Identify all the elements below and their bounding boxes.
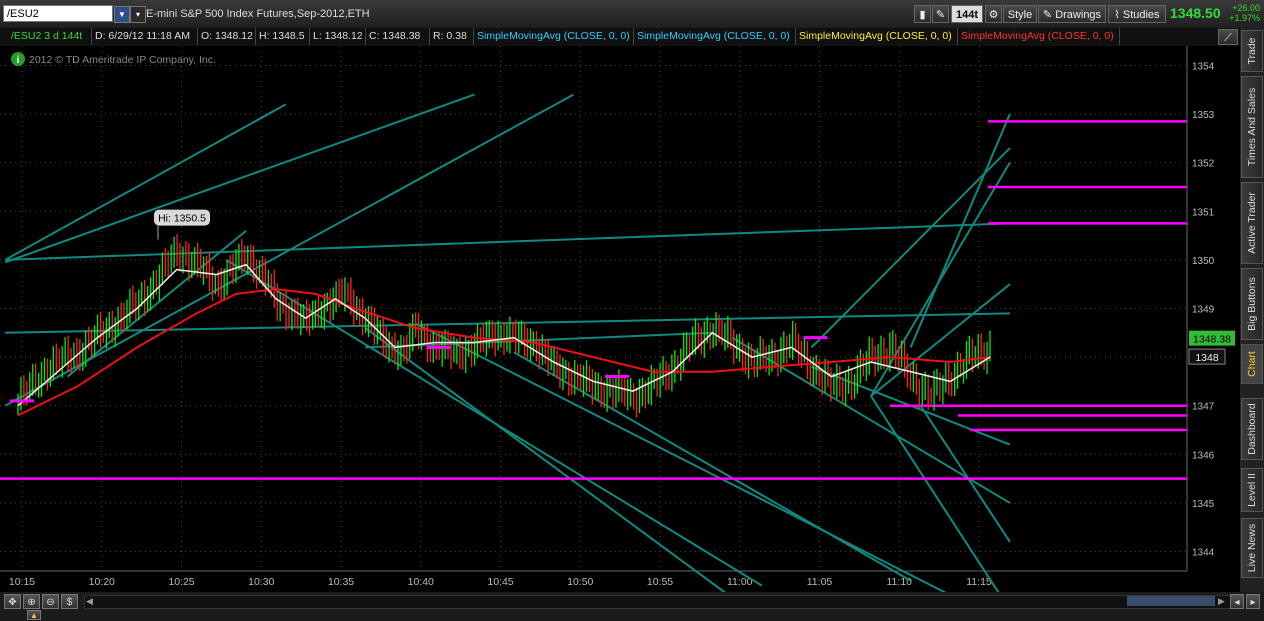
pct-change-value: +1.97% xyxy=(1229,13,1260,23)
price-tick-label: 1350 xyxy=(1192,256,1215,267)
tab-trade[interactable]: Trade xyxy=(1241,30,1263,72)
bar-close: C: 1348.38 xyxy=(366,28,430,45)
tab-times-and-sales[interactable]: Times And Sales xyxy=(1241,76,1263,178)
bid-price-tag: 1348 xyxy=(1195,352,1219,364)
bar-datetime: D: 6/29/12 11:18 AM xyxy=(92,28,198,45)
time-scrollbar[interactable] xyxy=(84,595,1236,609)
drawings-button[interactable]: ✎ Drawings xyxy=(1038,5,1106,23)
tab-active-trader[interactable]: Active Trader xyxy=(1241,182,1263,264)
price-tick-label: 1346 xyxy=(1192,450,1215,461)
time-tick-label: 10:45 xyxy=(487,576,513,588)
scroll-right-icon[interactable]: ▶ xyxy=(1218,596,1225,607)
tab-live-news[interactable]: Live News xyxy=(1241,518,1263,578)
drawing-tool-icon[interactable]: ⟋ xyxy=(1218,29,1238,45)
symbol-dropdown-button[interactable]: ▼ xyxy=(114,6,130,23)
tab-big-buttons[interactable]: Big Buttons xyxy=(1241,268,1263,340)
price-tick-label: 1354 xyxy=(1192,61,1215,72)
dollar-icon[interactable]: $ xyxy=(61,594,78,609)
bar-low: L: 1348.12 xyxy=(310,28,366,45)
price-tick-label: 1351 xyxy=(1192,207,1215,218)
copyright-text: 2012 © TD Ameritrade IP Company, Inc. xyxy=(29,54,216,66)
tab-level-ii-label: Level II xyxy=(1246,473,1258,507)
price-chart[interactable]: 1344 1345 1346 1347 1348 1349 1350 1351 1352 1353… xyxy=(0,46,1240,592)
studies-button[interactable]: ⌇ Studies xyxy=(1108,5,1166,23)
price-tick-label: 1349 xyxy=(1192,305,1215,316)
time-tick-label: 10:50 xyxy=(567,576,593,588)
net-change: +26.00 +1.97% xyxy=(1228,3,1260,23)
tab-level-ii[interactable]: Level II xyxy=(1241,468,1263,512)
zoom-out-icon[interactable]: ⊖ xyxy=(42,594,59,609)
pan-icon[interactable]: ✥ xyxy=(4,594,21,609)
time-tick-label: 10:20 xyxy=(89,576,115,588)
time-tick-label: 11:05 xyxy=(807,576,833,588)
tab-times-and-sales-label: Times And Sales xyxy=(1246,87,1258,167)
price-tick-label: 1353 xyxy=(1192,110,1215,121)
aggregation-button[interactable]: 144t xyxy=(951,5,983,23)
bar-range: R: 0.38 xyxy=(430,28,474,45)
tab-dashboard-label: Dashboard xyxy=(1246,403,1258,455)
price-tick-label: 1344 xyxy=(1192,548,1215,559)
style-button[interactable]: Style xyxy=(1003,5,1037,23)
tab-dashboard[interactable]: Dashboard xyxy=(1241,398,1263,460)
zoom-in-button[interactable]: ◂ xyxy=(1230,594,1244,609)
pencil-icon: ✎ xyxy=(1042,9,1056,21)
tools-icon[interactable]: ✎ xyxy=(932,5,949,23)
high-bubble-text: Hi: 1350.5 xyxy=(158,213,206,225)
tab-live-news-label: Live News xyxy=(1246,523,1258,573)
bar-high: H: 1348.5 xyxy=(256,28,310,45)
drawings-label: Drawings xyxy=(1055,9,1102,21)
last-price-tag: 1348.38 xyxy=(1193,334,1231,346)
time-tick-label: 11:10 xyxy=(887,576,913,588)
instrument-description: E-mini S&P 500 Index Futures,Sep-2012,ET… xyxy=(146,8,370,20)
price-tick-label: 1352 xyxy=(1192,159,1215,170)
zoom-reset-button[interactable]: ▸ xyxy=(1246,594,1260,609)
net-change-value: +26.00 xyxy=(1232,3,1260,13)
time-tick-label: 10:30 xyxy=(248,576,274,588)
symbol-menu-button[interactable]: ▾ xyxy=(130,6,146,23)
last-price: 1348.50 xyxy=(1170,5,1221,21)
tab-big-buttons-label: Big Buttons xyxy=(1246,277,1258,331)
right-sidebar-tabs: Trade Times And Sales Active Trader Big … xyxy=(1240,28,1264,592)
scroll-left-icon[interactable]: ◀ xyxy=(86,596,93,607)
time-tick-label: 10:55 xyxy=(647,576,673,588)
tab-chart-label: Chart xyxy=(1246,351,1258,377)
chart-type-icon[interactable]: ▮ xyxy=(914,5,931,23)
tab-chart[interactable]: Chart xyxy=(1241,344,1263,384)
tab-active-trader-label: Active Trader xyxy=(1246,192,1258,254)
time-tick-label: 10:40 xyxy=(408,576,434,588)
tab-trade-label: Trade xyxy=(1246,37,1258,65)
time-tick-label: 10:35 xyxy=(328,576,354,588)
study-label-2[interactable]: SimpleMovingAvg (CLOSE, 0, 0) xyxy=(634,28,796,45)
expand-up-icon[interactable]: ▲ xyxy=(27,610,41,620)
study-label-4[interactable]: SimpleMovingAvg (CLOSE, 0, 0) xyxy=(958,28,1120,45)
symbol-input[interactable]: /ESU2 xyxy=(3,5,113,22)
bar-open: O: 1348.12 xyxy=(198,28,256,45)
style-label: Style xyxy=(1007,9,1033,21)
price-tick-label: 1345 xyxy=(1192,499,1215,510)
study-label-3[interactable]: SimpleMovingAvg (CLOSE, 0, 0) xyxy=(796,28,958,45)
study-label-1[interactable]: SimpleMovingAvg (CLOSE, 0, 0) xyxy=(474,28,634,45)
time-tick-label: 10:15 xyxy=(9,576,35,588)
info-icon-glyph: i xyxy=(17,55,20,66)
studies-label: Studies xyxy=(1122,9,1160,21)
time-tick-label: 10:25 xyxy=(168,576,194,588)
price-tick-label: 1347 xyxy=(1192,402,1215,413)
copyright-notice: i 2012 © TD Ameritrade IP Company, Inc. xyxy=(11,52,216,66)
scrollbar-thumb[interactable] xyxy=(1127,596,1215,606)
settings-icon[interactable]: ⚙ xyxy=(985,5,1002,23)
zoom-icon[interactable]: ⊕ xyxy=(23,594,40,609)
chart-label[interactable]: /ESU2 3 d 144t xyxy=(8,28,92,45)
studies-icon: ⌇ xyxy=(1114,9,1123,21)
